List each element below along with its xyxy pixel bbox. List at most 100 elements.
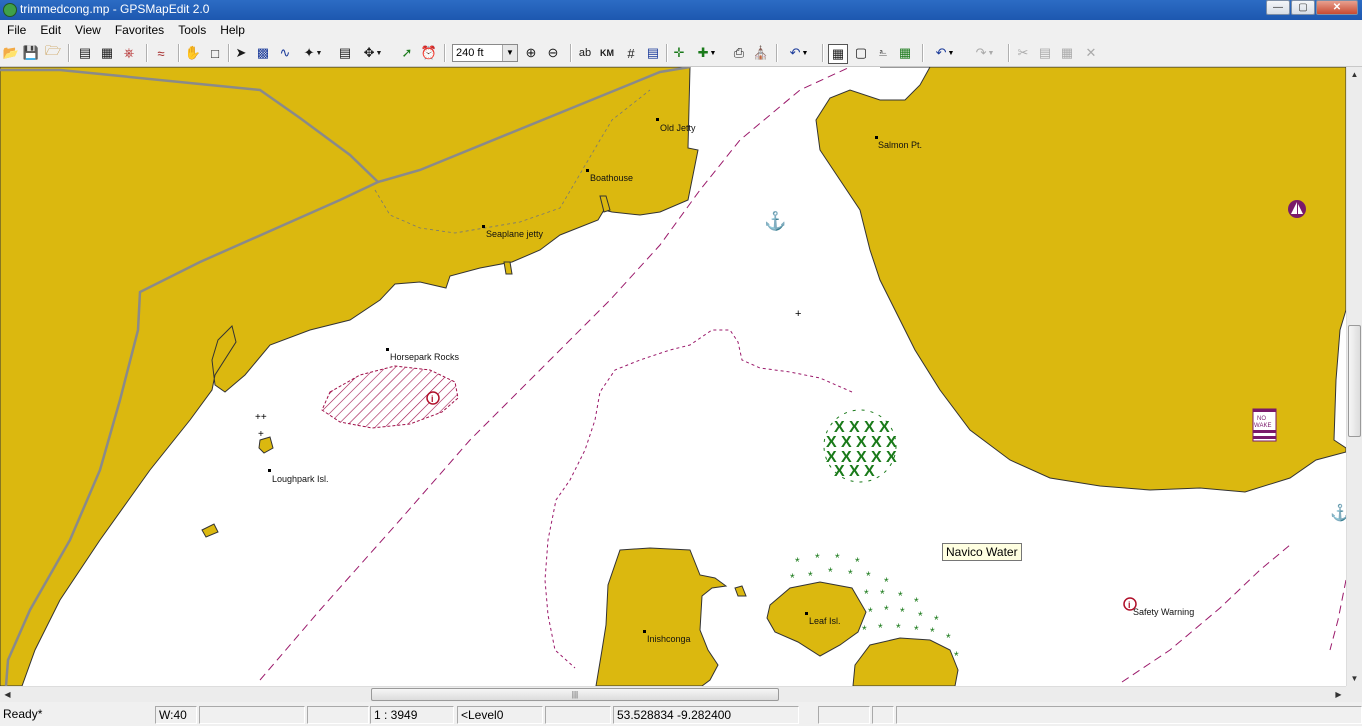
toolbar-separator [922,44,924,62]
save-icon[interactable]: 💾 [22,44,40,62]
open-folder-icon[interactable]: 📂 [2,44,20,62]
menu-tools[interactable]: Tools [171,20,213,40]
menu-edit[interactable]: Edit [33,20,68,40]
scroll-down-icon[interactable]: ▼ [1347,671,1362,686]
anchor-icon: ⚓ [1330,503,1346,522]
svg-text:*: * [918,609,923,623]
status-bar: Ready* W:40 1 : 3949 <Level0 53.528834 -… [0,704,1362,726]
svg-text:*: * [808,569,813,583]
anchor-icon: ⚓ [764,210,786,231]
map-view-icon[interactable]: ▦ [828,44,848,64]
menu-view[interactable]: View [68,20,108,40]
menu-help[interactable]: Help [213,20,252,40]
svg-text:*: * [828,565,833,579]
properties-icon[interactable]: ▤ [76,44,94,62]
svg-text:*: * [898,589,903,603]
svg-text:X: X [864,463,875,480]
grid-icon[interactable]: # [622,44,640,62]
create-point-icon[interactable]: ✦ ▼ [298,44,328,62]
minimize-button[interactable]: — [1266,0,1290,15]
scroll-right-icon[interactable]: ▶ [1331,687,1346,702]
gps-icon[interactable]: ⎈ [120,44,138,62]
no-wake-sign-icon: NO WAKE [1252,408,1277,442]
toolbar-separator [68,44,70,62]
vertical-scrollbar[interactable]: ▲ ▼ [1346,67,1362,686]
frame-icon[interactable]: ▢ [852,44,870,62]
attach-icon[interactable]: ▦ [896,44,914,62]
labels-toggle[interactable]: ab [576,44,594,62]
maximize-button[interactable]: ▢ [1291,0,1315,15]
svg-text:*: * [896,621,901,635]
node-add-icon[interactable]: ✛ [670,44,688,62]
zoom-rect-icon[interactable]: □ [206,44,224,62]
node-tool-icon[interactable]: ✚ ▼ [692,44,722,62]
app-icon [3,3,17,17]
svg-text:*: * [878,621,883,635]
no-wake-text: NO [1257,416,1266,422]
move-icon[interactable]: ✥ ▼ [358,44,388,62]
menu-favorites[interactable]: Favorites [108,20,171,40]
svg-text:*: * [835,551,840,565]
tooltip: Navico Water [942,543,1022,561]
map-canvas: XXXX XXXXX XXXXX XXX * * * * * * * * * * * * * * * *… [0,67,1346,686]
printer-icon[interactable]: ⎙ [730,44,748,62]
select-object-icon[interactable]: ▩ [254,44,272,62]
rgn-icon[interactable]: ⎁ [874,44,892,62]
zoom-out-icon[interactable]: ⊖ [544,44,562,62]
toolbar: 📂 💾 🗁 ▤ ▦ ⎈ ≈ ✋ □ ➤ ▩ ∿ ✦ ▼ ▤ ✥ ▼ ➚ ⏰ 240 … [0,40,1362,67]
status-empty-pane [818,706,870,724]
no-wake-text: WAKE [1254,423,1271,429]
status-width: W:40 [155,706,197,724]
redo-icon[interactable]: ↷ ▼ [968,44,1002,62]
select-arrow-icon[interactable]: ➤ [232,44,250,62]
svg-text:*: * [864,587,869,601]
measure-icon[interactable]: ⏰ [420,44,438,62]
route-icon[interactable]: ➚ [398,44,416,62]
hand-pan-icon[interactable]: ✋ [184,44,202,62]
hatch-icon[interactable]: ▤ [644,44,662,62]
track-icon[interactable]: ≈ [152,44,170,62]
label-old-jetty: Old Jetty [660,123,696,133]
svg-text:*: * [855,555,860,569]
svg-text:*: * [866,569,871,583]
close-button[interactable]: ✕ [1316,0,1358,15]
building-icon[interactable]: ⛪ [752,44,770,62]
horizontal-scrollbar[interactable]: ◀ ||| ▶ [0,686,1346,702]
delete-icon[interactable]: ✕ [1082,44,1100,62]
window-title: trimmedcong.mp - GPSMapEdit 2.0 [20,2,210,16]
copy-icon[interactable]: ▤ [1036,44,1054,62]
scale-toggle[interactable]: KM [598,44,616,62]
map-properties-icon[interactable]: ▦ [98,44,116,62]
cross-marker: + [258,429,264,440]
import-icon[interactable]: 🗁 [44,43,62,62]
svg-text:X: X [886,449,897,466]
scroll-up-icon[interactable]: ▲ [1347,67,1362,82]
menu-file[interactable]: File [0,20,33,40]
label-loughpark-isl: Loughpark Isl. [272,474,329,484]
toolbar-separator [666,44,668,62]
map-view[interactable]: XXXX XXXXX XXXXX XXX * * * * * * * * * * * * * * * *… [0,67,1346,686]
horizontal-scroll-thumb[interactable]: ||| [371,688,779,701]
lasso-icon[interactable]: ↶ ▼ [782,44,816,62]
svg-text:*: * [934,613,939,627]
select-area-icon[interactable]: ▤ [336,44,354,62]
vertical-scroll-thumb[interactable] [1348,325,1361,437]
toolbar-separator [776,44,778,62]
scroll-left-icon[interactable]: ◀ [0,687,15,702]
info-icon: i [1123,597,1137,611]
zoom-in-icon[interactable]: ⊕ [522,44,540,62]
paste-icon[interactable]: ▦ [1058,44,1076,62]
cut-icon[interactable]: ✂ [1014,44,1032,62]
zoom-dropdown[interactable]: 240 ft ▼ [452,44,518,62]
svg-text:X: X [849,463,860,480]
edit-nodes-icon[interactable]: ∿ [276,44,294,62]
status-coordinates: 53.528834 -9.282400 [613,706,799,724]
sailboat-icon [1288,200,1306,218]
svg-text:*: * [880,587,885,601]
undo-icon[interactable]: ↶ ▼ [928,44,962,62]
menu-bar: File Edit View Favorites Tools Help [0,20,1362,40]
svg-text:*: * [795,555,800,569]
svg-text:*: * [946,631,951,645]
status-level: <Level0 [457,706,543,724]
status-text: Ready* [3,707,43,721]
